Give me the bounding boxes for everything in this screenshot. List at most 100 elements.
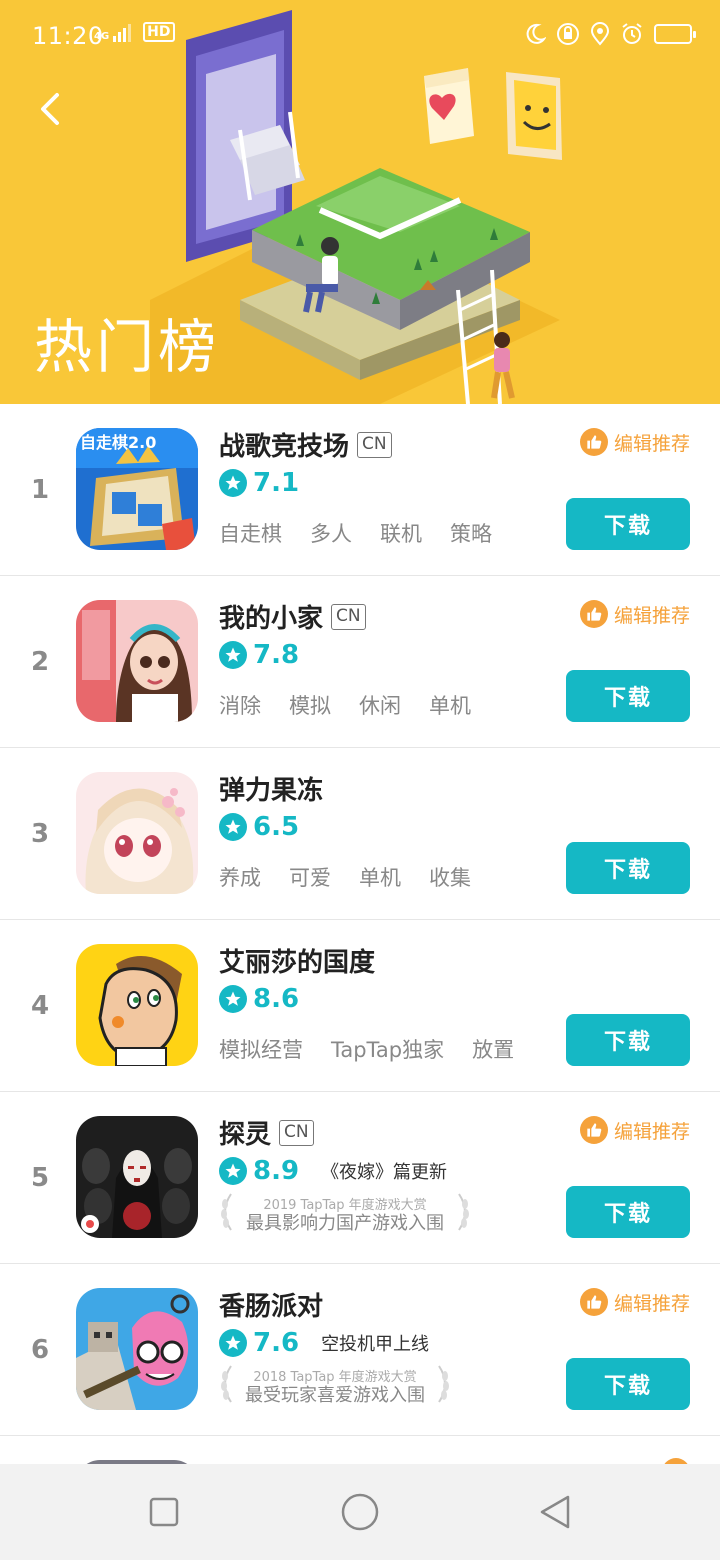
tag[interactable]: 多人 <box>310 518 352 548</box>
download-button[interactable]: 下载 <box>566 1358 690 1410</box>
system-nav-bar <box>0 1464 720 1560</box>
list-item-partial[interactable] <box>0 1436 720 1464</box>
rank-number: 2 <box>30 647 50 677</box>
editor-pick-badge: 编辑推荐 <box>579 1288 690 1316</box>
rating-line: 7.6 空投机甲上线 <box>219 1328 429 1358</box>
app-name[interactable]: 艾丽莎的国度 <box>219 942 375 979</box>
tag[interactable]: 单机 <box>429 690 471 720</box>
editor-pick-badge: 编辑推荐 <box>579 428 690 456</box>
rating-line: 8.6 <box>219 984 299 1014</box>
rating-line: 8.9 《夜嫁》篇更新 <box>219 1156 447 1186</box>
tag[interactable]: 模拟 <box>289 690 331 720</box>
app-name[interactable]: 探灵 <box>219 1114 271 1151</box>
tag[interactable]: 自走棋 <box>219 518 282 548</box>
download-button[interactable]: 下载 <box>566 498 690 550</box>
app-name[interactable]: 战歌竞技场 <box>219 426 349 463</box>
network-type: 4G <box>94 31 110 42</box>
app-name[interactable]: 弹力果冻 <box>219 770 323 807</box>
tag[interactable]: 收集 <box>429 862 471 892</box>
star-icon <box>219 641 247 669</box>
back-nav-button[interactable] <box>530 1486 582 1538</box>
list-item[interactable]: 5 探灵 CN 8.9 《夜嫁》篇更新 2019 TapTap 年度游戏大赏 最… <box>0 1092 720 1264</box>
rotation-lock-icon <box>557 23 579 45</box>
rank-number: 3 <box>30 819 50 849</box>
award-badge: 2019 TapTap 年度游戏大赏 最具影响力国产游戏入围 <box>219 1192 471 1234</box>
app-icon-text: 自走棋2.0 <box>80 433 156 452</box>
ranking-list: 1 自走棋2.0 战歌竞技场 CN 7.1 自走棋 多人 联机 策略 编辑推荐 … <box>0 404 720 1464</box>
download-button[interactable]: 下载 <box>566 1014 690 1066</box>
tag[interactable]: 消除 <box>219 690 261 720</box>
star-icon <box>219 813 247 841</box>
back-arrow-icon <box>41 93 59 125</box>
star-icon <box>219 469 247 497</box>
tag-list: 模拟经营 TapTap独家 放置 <box>219 1034 514 1064</box>
tag[interactable]: 联机 <box>380 518 422 548</box>
app-name[interactable]: 香肠派对 <box>219 1286 323 1323</box>
cn-badge: CN <box>279 1119 314 1146</box>
app-icon[interactable] <box>76 772 198 894</box>
cn-badge: CN <box>331 603 366 630</box>
header-banner: 11:20 4G HD 热门榜 <box>0 0 720 404</box>
app-name-line: 艾丽莎的国度 <box>219 942 375 979</box>
award-title: 最具影响力国产游戏入围 <box>246 1213 444 1234</box>
tag[interactable]: 可爱 <box>289 862 331 892</box>
editor-pick-label: 编辑推荐 <box>613 1292 690 1315</box>
list-item[interactable]: 1 自走棋2.0 战歌竞技场 CN 7.1 自走棋 多人 联机 策略 编辑推荐 … <box>0 404 720 576</box>
star-icon <box>219 1329 247 1357</box>
tag-list: 养成 可爱 单机 收集 <box>219 862 471 892</box>
editor-pick-label: 编辑推荐 <box>613 604 690 627</box>
rank-number: 4 <box>30 991 50 1021</box>
tag[interactable]: 放置 <box>472 1034 514 1064</box>
moon-icon <box>526 23 546 44</box>
update-note: 《夜嫁》篇更新 <box>321 1162 448 1183</box>
editor-pick-label: 编辑推荐 <box>613 1120 690 1143</box>
download-button[interactable]: 下载 <box>566 670 690 722</box>
tag[interactable]: 模拟经营 <box>219 1034 303 1064</box>
list-item[interactable]: 3 弹力果冻 6.5 养成 可爱 单机 收集 下载 <box>0 748 720 920</box>
thumbs-up-icon <box>579 428 608 456</box>
download-button[interactable]: 下载 <box>566 842 690 894</box>
status-bar: 11:20 4G HD <box>0 0 720 72</box>
laurel-right-icon <box>458 1193 469 1231</box>
tag[interactable]: 策略 <box>450 518 492 548</box>
app-rating: 6.5 <box>253 812 300 842</box>
app-icon[interactable] <box>76 1288 198 1410</box>
alarm-icon <box>622 23 642 44</box>
app-rating: 7.8 <box>253 640 300 670</box>
app-name[interactable]: 我的小家 <box>219 598 323 635</box>
battery-icon <box>654 24 696 44</box>
tag-list: 消除 模拟 休闲 单机 <box>219 690 471 720</box>
signal-icon <box>113 24 132 42</box>
app-icon[interactable] <box>76 600 198 722</box>
app-name-line: 我的小家 CN <box>219 598 366 635</box>
tag[interactable]: 休闲 <box>359 690 401 720</box>
download-button[interactable]: 下载 <box>566 1186 690 1238</box>
recent-apps-button[interactable] <box>138 1486 190 1538</box>
award-title: 最受玩家喜爱游戏入围 <box>245 1385 425 1406</box>
app-name-line: 战歌竞技场 CN <box>219 426 392 463</box>
award-badge: 2018 TapTap 年度游戏大赏 最受玩家喜爱游戏入围 <box>219 1364 451 1406</box>
list-item[interactable]: 4 艾丽莎的国度 8.6 模拟经营 TapTap独家 放置 下载 <box>0 920 720 1092</box>
status-icons <box>524 22 696 46</box>
thumbs-up-icon <box>579 600 608 628</box>
tag[interactable]: 单机 <box>359 862 401 892</box>
thumbs-up-icon <box>579 1116 608 1144</box>
tag[interactable]: TapTap独家 <box>331 1034 444 1064</box>
home-button[interactable] <box>334 1486 386 1538</box>
list-item[interactable]: 6 香肠派对 7.6 空投机甲上线 2018 TapTap 年度游戏大赏 最受玩… <box>0 1264 720 1436</box>
back-icon <box>540 1495 570 1529</box>
app-name-line: 探灵 CN <box>219 1114 314 1151</box>
list-item[interactable]: 2 我的小家 CN 7.8 消除 模拟 休闲 单机 编辑推荐 下载 <box>0 576 720 748</box>
app-name-line: 弹力果冻 <box>219 770 323 807</box>
app-rating: 8.9 <box>253 1156 300 1186</box>
rating-line: 6.5 <box>219 812 299 842</box>
laurel-right-icon <box>438 1365 449 1403</box>
tag[interactable]: 养成 <box>219 862 261 892</box>
rank-number: 5 <box>30 1163 50 1193</box>
app-icon[interactable] <box>76 1116 198 1238</box>
app-icon[interactable]: 自走棋2.0 <box>76 428 198 550</box>
back-button[interactable] <box>24 84 74 134</box>
status-time: 11:20 <box>32 22 104 50</box>
app-icon[interactable] <box>76 944 198 1066</box>
home-icon <box>341 1493 379 1531</box>
